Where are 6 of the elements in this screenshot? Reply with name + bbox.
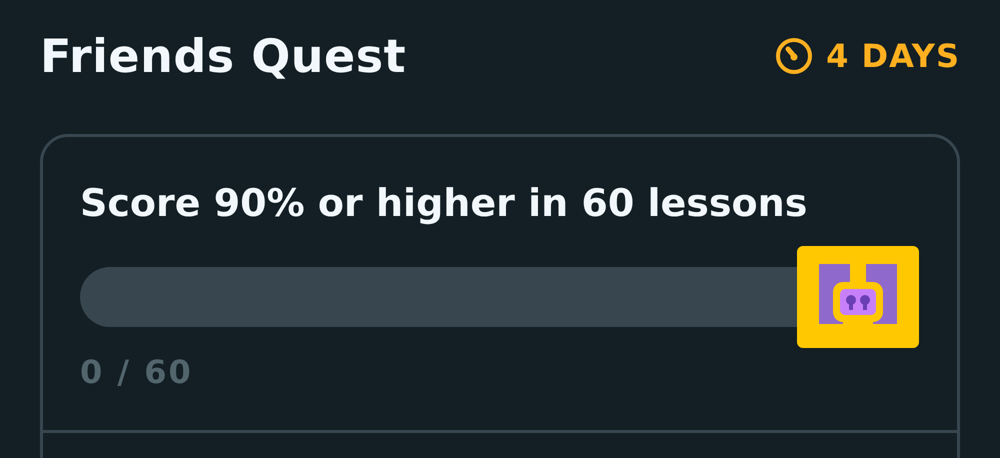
page-title: Friends Quest	[40, 29, 406, 83]
progress-count: 0 / 60	[80, 353, 194, 391]
timer-icon	[774, 36, 814, 76]
quest-description: Score 90% or higher in 60 lessons	[80, 181, 808, 225]
treasure-chest-icon	[797, 246, 919, 348]
time-remaining: 4 DAYS	[826, 37, 960, 75]
